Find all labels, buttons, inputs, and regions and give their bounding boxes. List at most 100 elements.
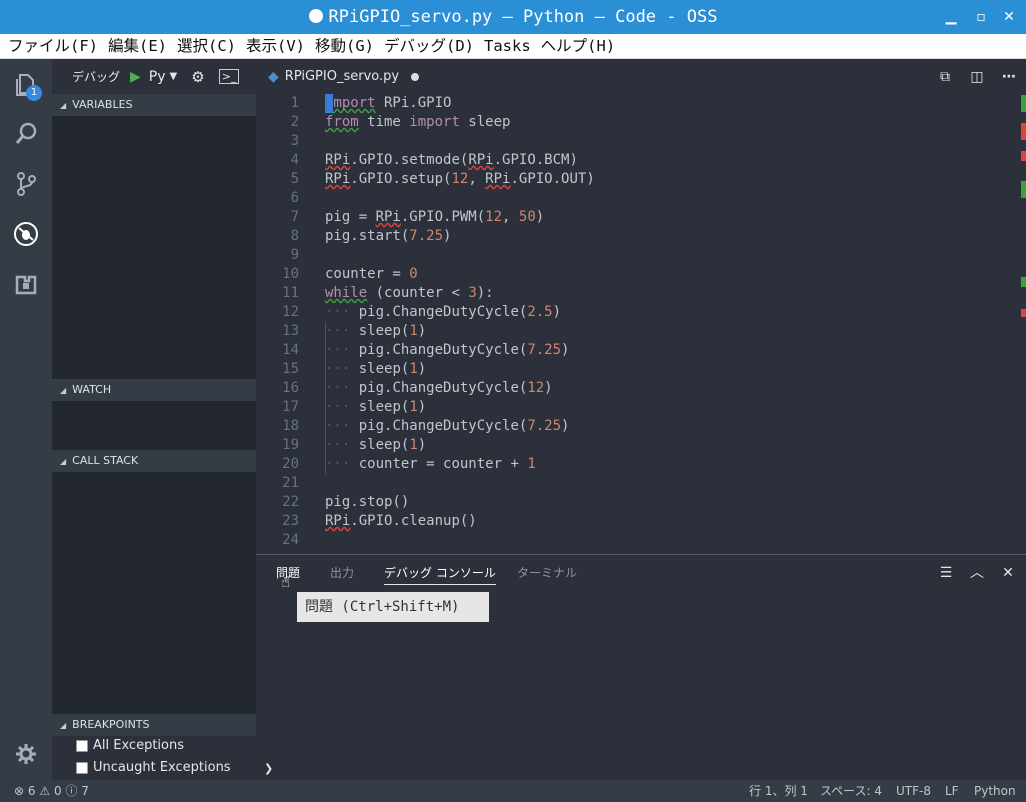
code-line[interactable]: 3 <box>256 132 1016 151</box>
line-text: pig.start(7.25) <box>325 227 451 246</box>
menu-file[interactable]: ファイル(F) <box>8 37 98 55</box>
call-stack-header[interactable]: ◢ CALL STACK <box>52 450 256 472</box>
debug-button[interactable] <box>0 209 52 259</box>
code-line[interactable]: 13 ··· sleep(1) <box>256 322 1016 341</box>
code-token: pig.ChangeDutyCycle( <box>350 342 528 358</box>
code-line[interactable]: 22 pig.stop() <box>256 493 1016 512</box>
code-line[interactable]: 7 pig = RPi.GPIO.PWM(12, 50) <box>256 208 1016 227</box>
debug-config-select[interactable]: Py <box>149 69 166 85</box>
line-number: 16 <box>282 380 299 396</box>
unsaved-dot-icon[interactable] <box>411 72 420 81</box>
code-line[interactable]: 6 <box>256 189 1016 208</box>
warning-count: 0 <box>53 784 62 798</box>
tab-terminal[interactable]: ターミナル <box>517 555 577 591</box>
clear-console-icon[interactable]: ☰ <box>934 561 958 585</box>
watch-header[interactable]: ◢ WATCH <box>52 379 256 401</box>
split-editor-icon[interactable]: ◫ <box>964 59 990 94</box>
close-panel-icon[interactable]: ✕ <box>996 561 1020 585</box>
tab-debug-console[interactable]: デバッグ コンソール <box>384 555 496 591</box>
search-button[interactable] <box>0 109 52 159</box>
chevron-down-icon[interactable]: ▼ <box>170 71 178 82</box>
code-line[interactable]: 5 RPi.GPIO.setup(12, RPi.GPIO.OUT) <box>256 170 1016 189</box>
end-of-line[interactable]: LF <box>945 780 959 802</box>
menu-tasks[interactable]: Tasks <box>484 37 531 55</box>
menu-go[interactable]: 移動(G) <box>315 37 374 55</box>
breakpoint-uncaught-exceptions[interactable]: Uncaught Exceptions <box>76 760 231 775</box>
close-window-button[interactable]: ✕ <box>994 0 1024 34</box>
breakpoint-all-exceptions[interactable]: All Exceptions <box>76 738 184 753</box>
code-area[interactable]: 1 import RPi.GPIO 2 from time import sleep 3… <box>256 94 1022 554</box>
language-mode[interactable]: Python <box>974 780 1016 802</box>
checkbox[interactable] <box>76 739 88 752</box>
code-token: .GPIO.BCM) <box>493 152 578 168</box>
code-line[interactable]: 10 counter = 0 <box>256 265 1016 284</box>
code-line[interactable]: 21 <box>256 474 1016 493</box>
code-line[interactable]: 17 ··· sleep(1) <box>256 398 1016 417</box>
settings-button[interactable] <box>0 729 52 779</box>
code-line[interactable]: 4 RPi.GPIO.setmode(RPi.GPIO.BCM) <box>256 151 1016 170</box>
code-line[interactable]: 23 RPi.GPIO.cleanup() <box>256 512 1016 531</box>
indent-spaces[interactable]: スペース: 4 <box>820 780 882 802</box>
extensions-button[interactable] <box>0 259 52 309</box>
encoding[interactable]: UTF-8 <box>896 780 931 802</box>
info-icon: ⓘ <box>65 784 78 798</box>
code-line[interactable]: 16 ··· pig.ChangeDutyCycle(12) <box>256 379 1016 398</box>
code-line[interactable]: 19 ··· sleep(1) <box>256 436 1016 455</box>
error-count: 6 <box>27 784 36 798</box>
open-changes-icon[interactable]: ⧉ <box>932 59 958 94</box>
maximize-panel-icon[interactable]: ︿ <box>965 561 989 585</box>
menu-selection[interactable]: 選択(C) <box>177 37 236 55</box>
checkbox[interactable] <box>76 761 88 774</box>
maximize-button[interactable]: ▫ <box>966 0 996 34</box>
code-token: RPi <box>325 152 351 168</box>
line-text: RPi.GPIO.cleanup() <box>325 512 477 531</box>
minimize-button[interactable]: ▁ <box>936 0 966 34</box>
code-line[interactable]: 2 from time import sleep <box>256 113 1016 132</box>
code-token: counter = <box>325 266 410 282</box>
ruler-mark <box>1021 151 1026 161</box>
debug-console-icon[interactable]: >_ <box>218 69 240 84</box>
code-line[interactable]: 12 ··· pig.ChangeDutyCycle(2.5) <box>256 303 1016 322</box>
code-token: .GPIO.setup( <box>350 171 452 187</box>
breakpoints-header[interactable]: ◢ BREAKPOINTS <box>52 714 256 736</box>
console-prompt[interactable]: ❯ <box>264 762 273 775</box>
code-line[interactable]: 11 while (counter < 3): <box>256 284 1016 303</box>
code-line[interactable]: 18 ··· pig.ChangeDutyCycle(7.25) <box>256 417 1016 436</box>
menu-help[interactable]: ヘルプ(H) <box>541 37 616 55</box>
ruler-mark <box>1021 181 1026 198</box>
code-line[interactable]: 15 ··· sleep(1) <box>256 360 1016 379</box>
code-line[interactable]: 14 ··· pig.ChangeDutyCycle(7.25) <box>256 341 1016 360</box>
line-number: 17 <box>282 399 299 415</box>
code-token: ··· <box>325 437 351 453</box>
code-line[interactable]: 20 ··· counter = counter + 1 <box>256 455 1016 474</box>
bottom-panel: 問題 出力 デバッグ コンソール ターミナル ☰ ︿ ✕ <box>256 554 1026 780</box>
ruler-mark <box>1021 309 1026 317</box>
gear-icon <box>16 744 36 764</box>
code-token: pig.ChangeDutyCycle( <box>350 380 528 396</box>
explorer-button[interactable]: 1 <box>0 59 52 109</box>
problems-summary[interactable]: ⊗ 6 ⚠ 0 ⓘ 7 <box>14 780 89 802</box>
cursor-position[interactable]: 行 1、列 1 <box>749 780 808 802</box>
menu-debug[interactable]: デバッグ(D) <box>384 37 474 55</box>
menu-view[interactable]: 表示(V) <box>246 37 305 55</box>
line-text: ··· sleep(1) <box>325 322 426 341</box>
code-line[interactable]: 9 <box>256 246 1016 265</box>
code-token: pig.start( <box>325 228 410 244</box>
variables-header[interactable]: ◢ VARIABLES <box>52 94 256 116</box>
code-token: ··· <box>325 418 351 434</box>
code-line[interactable]: 1 import RPi.GPIO <box>256 94 1016 113</box>
debug-toolbar: デバッグ ▶ Py ▼ ⚙ >_ <box>52 59 256 94</box>
variables-title: VARIABLES <box>72 98 133 111</box>
more-actions-icon[interactable]: ⋯ <box>996 59 1022 94</box>
menu-edit[interactable]: 編集(E) <box>108 37 167 55</box>
line-text: ··· sleep(1) <box>325 436 426 455</box>
code-line[interactable]: 24 <box>256 531 1016 550</box>
code-token: 1 <box>409 437 418 453</box>
source-control-button[interactable] <box>0 159 52 209</box>
tab-output[interactable]: 出力 <box>330 555 354 591</box>
editor-tab-active[interactable]: ◆ RPiGPIO_servo.py <box>256 59 426 94</box>
debug-settings-gear-icon[interactable]: ⚙ <box>191 68 204 86</box>
start-debug-icon[interactable]: ▶ <box>130 69 141 85</box>
code-line[interactable]: 8 pig.start(7.25) <box>256 227 1016 246</box>
ruler-mark <box>1021 123 1026 140</box>
